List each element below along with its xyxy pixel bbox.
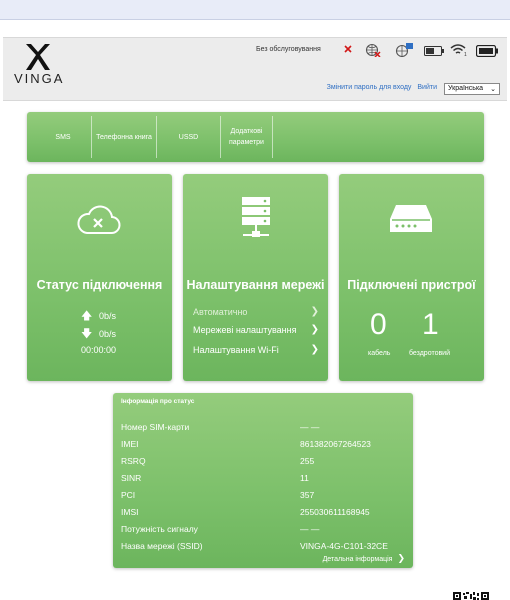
detail-info-label: Детальна інформація: [322, 556, 393, 563]
chevron-right-icon: ❯: [310, 344, 319, 355]
chevron-right-icon: ❯: [310, 306, 319, 317]
wifi-icon: 1: [450, 44, 467, 56]
change-password-link[interactable]: Змінити пароль для входу: [327, 84, 412, 91]
sim-error-icon: [344, 45, 352, 53]
arrow-up-icon: 🡅: [81, 310, 93, 322]
chevron-down-icon: ⌄: [490, 86, 496, 93]
header-bar: VINGA Без обслуговування 1 Змінити парол…: [3, 37, 507, 101]
wifi-clients-count: 1: [464, 52, 467, 56]
header-links: Змінити пароль для входу Вийти: [323, 84, 437, 91]
info-value: 357: [300, 490, 315, 500]
tab-bar: SMS Телефонна книга USSD Додаткові парам…: [27, 112, 484, 162]
chevron-right-icon: ❯: [310, 324, 319, 335]
vinga-logo-icon: [26, 44, 50, 70]
download-rate-row: 🡇 0b/s: [81, 325, 116, 344]
roaming-off-icon: [365, 43, 381, 57]
cable-count: 0: [370, 308, 387, 341]
info-value: — —: [300, 422, 320, 432]
upload-rate-row: 🡅 0b/s: [81, 307, 116, 326]
cable-label: кабель: [368, 350, 391, 357]
info-label: IMEI: [121, 439, 139, 449]
info-value: 255030611168945: [300, 507, 370, 517]
info-label: SINR: [121, 473, 142, 483]
info-row-signal: Потужність сигналу — —: [121, 524, 406, 534]
tab-phonebook[interactable]: Телефонна книга: [92, 116, 157, 158]
browser-top-band: [0, 0, 510, 20]
connection-time: 00:00:00: [81, 345, 117, 355]
qr-code-icon: [453, 592, 489, 600]
wireless-count: 1: [422, 308, 439, 341]
info-label: Назва мережі (SSID): [121, 541, 203, 551]
wifi-settings-label: Налаштування Wi-Fi: [193, 345, 279, 355]
connection-status-card[interactable]: Статус підключення 🡅 0b/s 🡇 0b/s 00:00:00: [27, 174, 172, 381]
upload-icon: [395, 43, 413, 57]
info-value: 11: [300, 473, 309, 483]
router-icon: [390, 205, 432, 232]
brand-name: VINGA: [14, 71, 65, 86]
connected-devices-title: Підключені пристрої: [347, 278, 476, 292]
info-label: PCI: [121, 490, 136, 500]
connected-devices-card[interactable]: Підключені пристрої 0 1 кабель бездротов…: [339, 174, 484, 381]
language-select-value: Українська: [448, 85, 484, 92]
server-icon: [242, 197, 270, 237]
wireless-label: бездротовий: [409, 350, 451, 357]
logout-link[interactable]: Вийти: [417, 84, 437, 91]
wifi-settings-item[interactable]: Налаштування Wi-Fi ❯: [193, 344, 319, 355]
info-row-ssid: Назва мережі (SSID) VINGA-4G-C101-32CE: [121, 541, 406, 551]
network-settings-item[interactable]: Мережеві налаштування ❯: [193, 324, 319, 335]
service-status-text: Без обслуговування: [256, 46, 321, 53]
info-label: Номер SIM-карти: [121, 422, 190, 432]
info-row-sinr: SINR 11: [121, 473, 406, 483]
connection-status-title: Статус підключення: [36, 278, 163, 292]
chevron-right-icon: ❯: [397, 553, 405, 563]
network-settings-label: Мережеві налаштування: [193, 325, 297, 335]
info-value: VINGA-4G-C101-32CE: [300, 541, 388, 551]
upload-rate: 0b/s: [99, 311, 117, 321]
info-row-pci: PCI 357: [121, 490, 406, 500]
detail-info-link[interactable]: Детальна інформація ❯: [323, 553, 405, 564]
status-info-panel: Інформація про статус Номер SIM-карти — —…: [113, 393, 413, 568]
info-value: 255: [300, 456, 315, 466]
network-auto-item[interactable]: Автоматично ❯: [193, 306, 319, 317]
info-label: IMSI: [121, 507, 139, 517]
language-select[interactable]: Українська ⌄: [444, 83, 500, 95]
tab-ussd[interactable]: USSD: [157, 116, 221, 158]
info-row-imei: IMEI 861382067264523: [121, 439, 406, 449]
tab-sms[interactable]: SMS: [35, 116, 92, 158]
info-value: — —: [300, 524, 320, 534]
info-label: Потужність сигналу: [121, 524, 198, 534]
info-row-rsrq: RSRQ 255: [121, 456, 406, 466]
network-settings-card: Налаштування мережі Автоматично ❯ Мережев…: [183, 174, 328, 381]
network-settings-title: Налаштування мережі: [186, 278, 325, 292]
battery-full-icon: [476, 45, 498, 57]
info-label: RSRQ: [121, 456, 146, 466]
download-rate: 0b/s: [99, 329, 117, 339]
cloud-disconnected-icon: [77, 205, 121, 234]
arrow-down-icon: 🡇: [81, 328, 93, 340]
info-row-imsi: IMSI 255030611168945: [121, 507, 406, 517]
status-info-title: Інформація про статус: [121, 398, 195, 405]
battery-icon: [424, 46, 444, 56]
tab-additional-settings[interactable]: Додаткові параметри: [221, 116, 273, 158]
network-auto-label: Автоматично: [193, 307, 248, 317]
info-row-sim: Номер SIM-карти — —: [121, 422, 406, 432]
info-value: 861382067264523: [300, 439, 371, 449]
